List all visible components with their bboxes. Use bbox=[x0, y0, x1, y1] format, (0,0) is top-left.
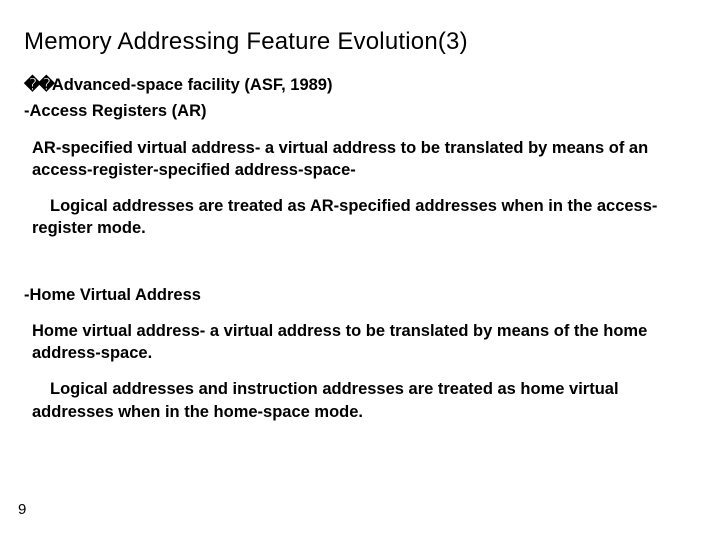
ar-logical-paragraph: Logical addresses are treated as AR-spec… bbox=[32, 195, 692, 240]
ar-line: -Access Registers (AR) bbox=[24, 100, 696, 122]
hva-line: -Home Virtual Address bbox=[24, 284, 696, 306]
ar-spec-paragraph: AR-specified virtual address- a virtual … bbox=[32, 137, 692, 182]
asf-label: Advanced-space facility bbox=[52, 76, 240, 94]
page-title: Memory Addressing Feature Evolution(3) bbox=[24, 28, 696, 56]
asf-suffix: (ASF, 1989) bbox=[240, 76, 333, 94]
home-virtual-paragraph: Home virtual address- a virtual address … bbox=[32, 320, 692, 365]
bullet-icon: �� bbox=[24, 76, 52, 94]
home-logical-paragraph: Logical addresses and instruction addres… bbox=[32, 378, 692, 423]
asf-line: ��Advanced-space facility (ASF, 1989) bbox=[24, 74, 696, 96]
slide-page: Memory Addressing Feature Evolution(3) �… bbox=[0, 0, 720, 540]
page-number: 9 bbox=[18, 501, 26, 518]
